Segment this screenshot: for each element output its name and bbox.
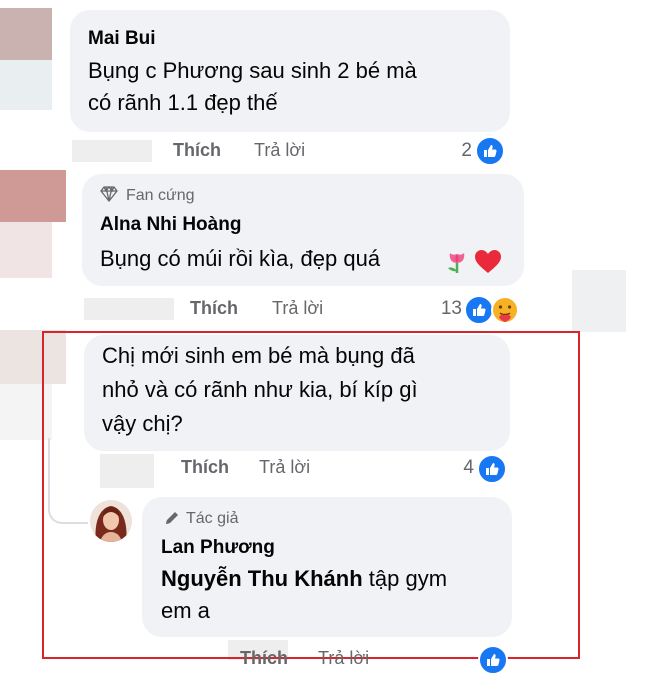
redacted-timestamp [84, 298, 174, 320]
comment-author[interactable]: Mai Bui [88, 28, 156, 50]
comment-author[interactable]: Lan Phương [161, 537, 275, 559]
care-reaction-icon[interactable] [490, 295, 520, 330]
like-button[interactable]: Thích [240, 648, 288, 669]
comment-text: tập gym [362, 566, 448, 591]
blurred-avatar [0, 170, 66, 222]
diamond-icon [100, 185, 118, 207]
comment-text-line: nhỏ và có rãnh như kia, bí kíp gì [102, 377, 418, 402]
comment-text-line: em a [161, 598, 210, 623]
reaction-count[interactable]: 4 [444, 457, 474, 479]
blurred-block [572, 270, 626, 332]
thread-connector [48, 438, 88, 524]
like-reaction-icon[interactable] [475, 136, 505, 166]
comment-author[interactable]: Alna Nhi Hoàng [100, 214, 241, 236]
comment-text-line: có rãnh 1.1 đẹp thế [88, 90, 278, 115]
tulip-emoji-icon [444, 249, 470, 280]
like-button[interactable]: Thích [190, 298, 238, 319]
like-reaction-icon[interactable] [478, 645, 508, 675]
fan-badge: Fan cứng [126, 187, 195, 204]
blurred-avatar [0, 222, 52, 278]
avatar[interactable] [90, 500, 132, 542]
reply-button[interactable]: Trả lời [318, 648, 369, 669]
blurred-avatar [0, 8, 52, 60]
comment-text: Bụng có múi rồi kìa, đẹp quá [100, 246, 381, 271]
mention-link[interactable]: Nguyễn Thu Khánh [161, 566, 363, 591]
reaction-count[interactable]: 13 [420, 298, 462, 320]
comment-text-line: Chị mới sinh em bé mà bụng đã [102, 343, 415, 368]
like-button[interactable]: Thích [181, 457, 229, 478]
reaction-count[interactable]: 2 [440, 140, 472, 162]
like-button[interactable]: Thích [173, 140, 221, 161]
heart-emoji-icon [474, 249, 502, 280]
comment-text-line: vậy chị? [102, 411, 183, 436]
pencil-icon [163, 509, 181, 532]
blurred-avatar [0, 60, 52, 110]
reply-button[interactable]: Trả lời [259, 457, 310, 478]
redacted-timestamp [72, 140, 152, 162]
reply-button[interactable]: Trả lời [272, 298, 323, 319]
like-reaction-icon[interactable] [477, 454, 507, 484]
author-badge: Tác giả [186, 510, 239, 527]
comment-text-line: Bụng c Phương sau sinh 2 bé mà [88, 58, 417, 83]
reply-button[interactable]: Trả lời [254, 140, 305, 161]
comment-text-line: Nguyễn Thu Khánh tập gym [161, 562, 447, 596]
